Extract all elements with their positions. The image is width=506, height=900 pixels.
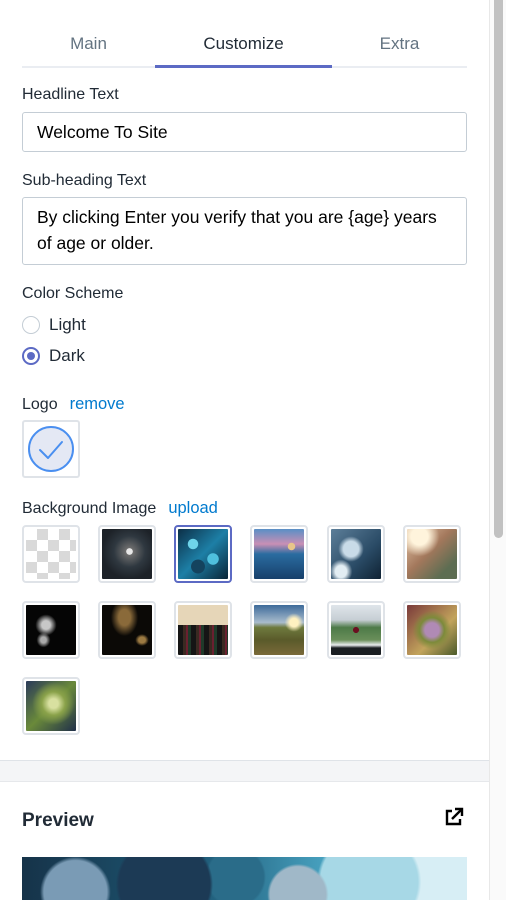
cigar-image [407,529,457,579]
subheading-textarea[interactable]: By clicking Enter you verify that you ar… [22,197,467,265]
preview-section: Preview [0,782,489,900]
logo-label: Logo [22,396,58,413]
wine-glass-image [331,605,381,655]
background-image-header: Background Image upload [22,499,218,518]
radio-light-label: Light [49,315,86,334]
tab-extra[interactable]: Extra [332,22,467,66]
background-upload-link[interactable]: upload [168,499,218,518]
logo-header: Logo remove [22,395,125,414]
wine-bottles-image [178,605,228,655]
background-image-label: Background Image [22,500,157,517]
bg-thumb-cigar[interactable] [403,525,461,583]
headline-input[interactable]: Welcome To Site [22,112,467,152]
cannabis-purple-image [407,605,457,655]
preview-background-image [22,857,467,900]
tab-customize[interactable]: Customize [155,22,332,68]
corridor-image [102,529,152,579]
bg-thumb-blue-smoke[interactable] [327,525,385,583]
cannabis-green-image [26,681,76,731]
radio-dark-label: Dark [49,346,85,365]
scrollbar-thumb[interactable] [494,0,503,538]
blue-bokeh-image [254,529,304,579]
white-smoke-image [26,605,76,655]
tab-main[interactable]: Main [22,22,155,66]
logo-preview[interactable] [22,420,80,478]
bg-thumb-corridor[interactable] [98,525,156,583]
transparent-pattern [26,529,76,579]
radio-dark-control[interactable] [22,347,40,365]
customize-panel: Main Customize Extra Headline Text Welco… [0,0,489,760]
bg-thumb-none[interactable] [22,525,80,583]
radio-light[interactable]: Light [22,315,86,335]
blue-smoke-image [331,529,381,579]
vineyard-image [254,605,304,655]
bg-thumb-white-smoke[interactable] [22,601,80,659]
bg-thumb-cannabis-purple[interactable] [403,601,461,659]
bg-thumb-golden-smoke[interactable] [98,601,156,659]
radio-dark[interactable]: Dark [22,346,85,366]
blue-beads-image [178,529,228,579]
bg-thumb-wine-glass[interactable] [327,601,385,659]
logo-remove-link[interactable]: remove [70,395,125,414]
bg-thumb-cannabis-green[interactable] [22,677,80,735]
external-link-icon[interactable] [443,806,465,828]
subheading-label: Sub-heading Text [22,172,147,189]
bg-thumb-vineyard[interactable] [250,601,308,659]
tab-bar: Main Customize Extra [22,22,467,68]
radio-light-control[interactable] [22,316,40,334]
bg-thumb-blue-beads[interactable] [174,525,232,583]
section-divider [0,760,489,782]
headline-label: Headline Text [22,86,119,103]
bg-thumb-wine-bottles[interactable] [174,601,232,659]
color-scheme-label: Color Scheme [22,285,124,302]
preview-title: Preview [22,810,94,831]
check-circle-icon [28,426,74,472]
golden-smoke-image [102,605,152,655]
bg-thumb-blue-bokeh[interactable] [250,525,308,583]
